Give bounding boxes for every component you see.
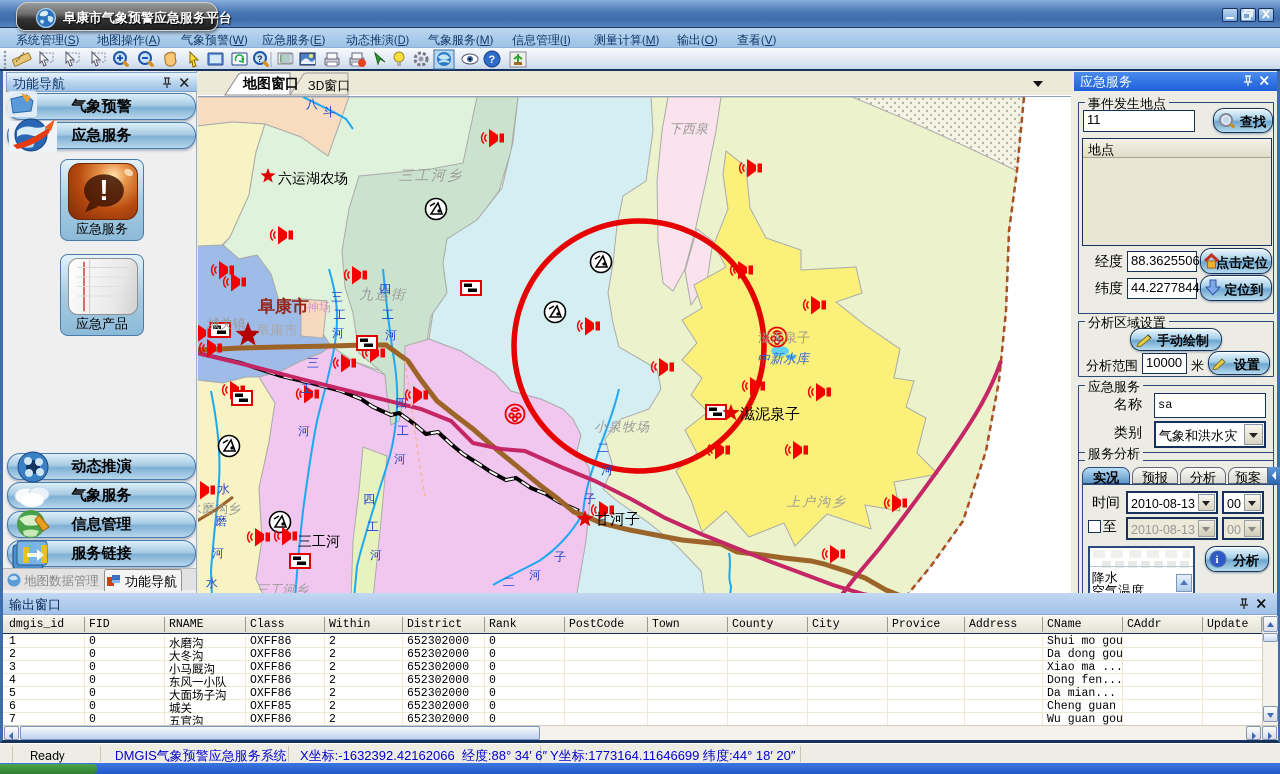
svg-text:斗: 斗 xyxy=(323,104,335,120)
svg-text:四: 四 xyxy=(379,281,391,297)
svg-text:二: 二 xyxy=(503,574,515,590)
svg-text:三工河乡: 三工河乡 xyxy=(399,168,463,185)
svg-text:四: 四 xyxy=(395,395,407,411)
svg-text:子: 子 xyxy=(583,491,596,507)
svg-text:滋泥泉子: 滋泥泉子 xyxy=(740,406,800,424)
svg-text:工: 工 xyxy=(367,519,379,535)
svg-text:上户沟乡: 上户沟乡 xyxy=(787,493,847,510)
svg-text:工: 工 xyxy=(397,423,409,439)
svg-text:河: 河 xyxy=(298,423,310,439)
svg-text:i: i xyxy=(1216,554,1219,566)
svg-text:水: 水 xyxy=(218,481,230,497)
svg-text:小泉牧场: 小泉牧场 xyxy=(594,418,650,435)
svg-text:河: 河 xyxy=(529,567,541,583)
svg-text:六运湖农场: 六运湖农场 xyxy=(278,171,348,188)
svg-text:滋泥泉子: 滋泥泉子 xyxy=(758,329,810,346)
svg-text:!: ! xyxy=(99,175,108,207)
svg-text:八: 八 xyxy=(305,97,318,112)
svg-text:水: 水 xyxy=(206,575,218,591)
svg-text:?: ? xyxy=(489,54,496,66)
svg-text:河: 河 xyxy=(332,325,344,341)
svg-text:四: 四 xyxy=(363,491,375,507)
svg-text:城关镇: 城关镇 xyxy=(207,315,246,332)
svg-text:二: 二 xyxy=(597,440,609,456)
svg-text:三: 三 xyxy=(331,289,343,305)
svg-text:三: 三 xyxy=(307,355,319,371)
svg-text:工: 工 xyxy=(382,307,394,323)
svg-text:河: 河 xyxy=(394,451,406,467)
svg-text:甘河子: 甘河子 xyxy=(595,511,640,529)
svg-text:工: 工 xyxy=(334,307,346,323)
svg-text:子: 子 xyxy=(553,549,566,565)
svg-text:神场: 神场 xyxy=(306,299,331,315)
svg-text:河: 河 xyxy=(370,547,382,563)
svg-text:河: 河 xyxy=(601,462,613,478)
svg-text:下西泉: 下西泉 xyxy=(669,120,708,137)
svg-text:阜康市: 阜康市 xyxy=(256,322,298,340)
svg-text:工: 工 xyxy=(301,381,313,397)
svg-text:?: ? xyxy=(257,54,263,64)
svg-text:三工河: 三工河 xyxy=(298,534,340,551)
svg-text:中新水库: 中新水库 xyxy=(757,350,811,367)
svg-text:河: 河 xyxy=(212,545,224,561)
svg-text:磨: 磨 xyxy=(215,513,227,529)
svg-text:河: 河 xyxy=(385,327,397,343)
svg-text:阜康市: 阜康市 xyxy=(257,296,309,318)
